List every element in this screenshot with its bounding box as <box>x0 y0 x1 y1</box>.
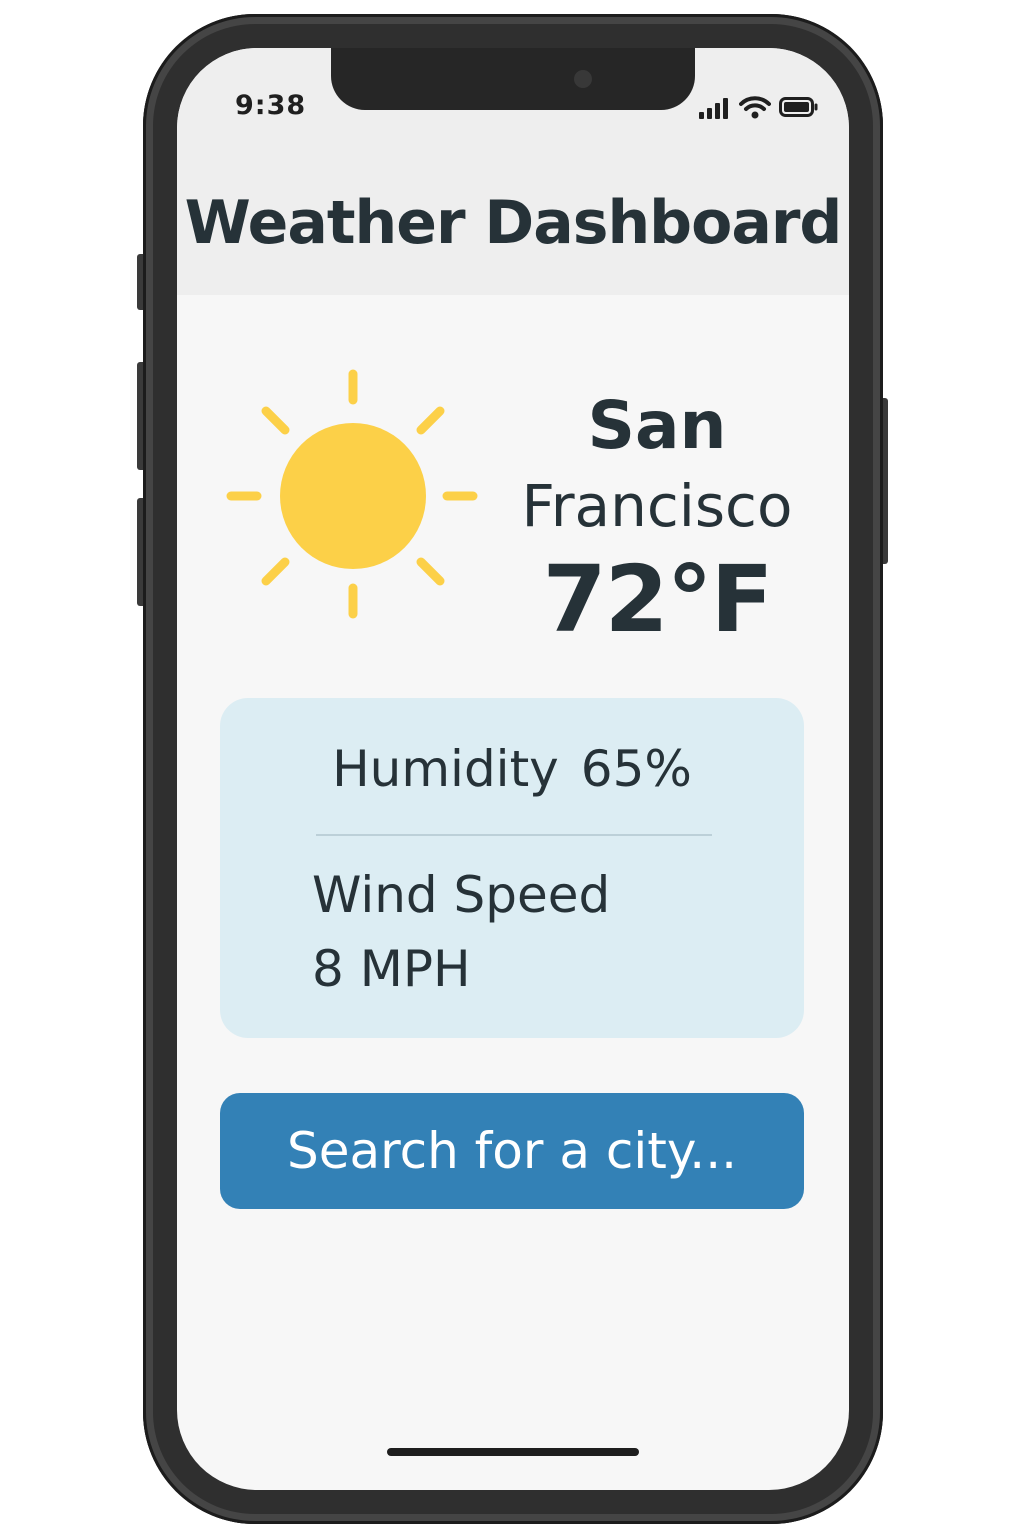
phone-screen: 9:38 Weather Dashboard San Francisco 72°… <box>177 48 849 1490</box>
city-name: San Francisco <box>502 386 812 546</box>
city-name-line2: Francisco <box>521 472 793 540</box>
front-camera <box>574 70 592 88</box>
humidity-label: Humidity <box>332 740 559 798</box>
wind-speed-label: Wind Speed <box>312 866 611 924</box>
device-mockup: 9:38 Weather Dashboard San Francisco 72°… <box>0 0 1024 1536</box>
cellular-signal-icon <box>699 98 728 119</box>
search-city-button[interactable]: Search for a city... <box>220 1093 804 1209</box>
weather-details-card: Humidity 65% Wind Speed 8 MPH <box>220 698 804 1038</box>
humidity-row: Humidity 65% <box>220 740 804 798</box>
wifi-icon <box>739 96 771 119</box>
status-time: 9:38 <box>235 90 307 121</box>
status-icons <box>699 94 819 120</box>
humidity-value: 65% <box>580 740 692 798</box>
notch <box>331 48 695 110</box>
page-title: Weather Dashboard <box>184 188 843 258</box>
home-indicator[interactable] <box>387 1448 639 1456</box>
divider <box>316 834 712 836</box>
city-name-line1: San <box>587 387 727 464</box>
battery-icon <box>779 97 818 117</box>
temperature: 72°F <box>542 546 774 653</box>
sun-icon <box>226 369 478 619</box>
phone-frame: 9:38 Weather Dashboard San Francisco 72°… <box>143 14 883 1524</box>
wind-speed-value: 8 MPH <box>312 940 471 998</box>
